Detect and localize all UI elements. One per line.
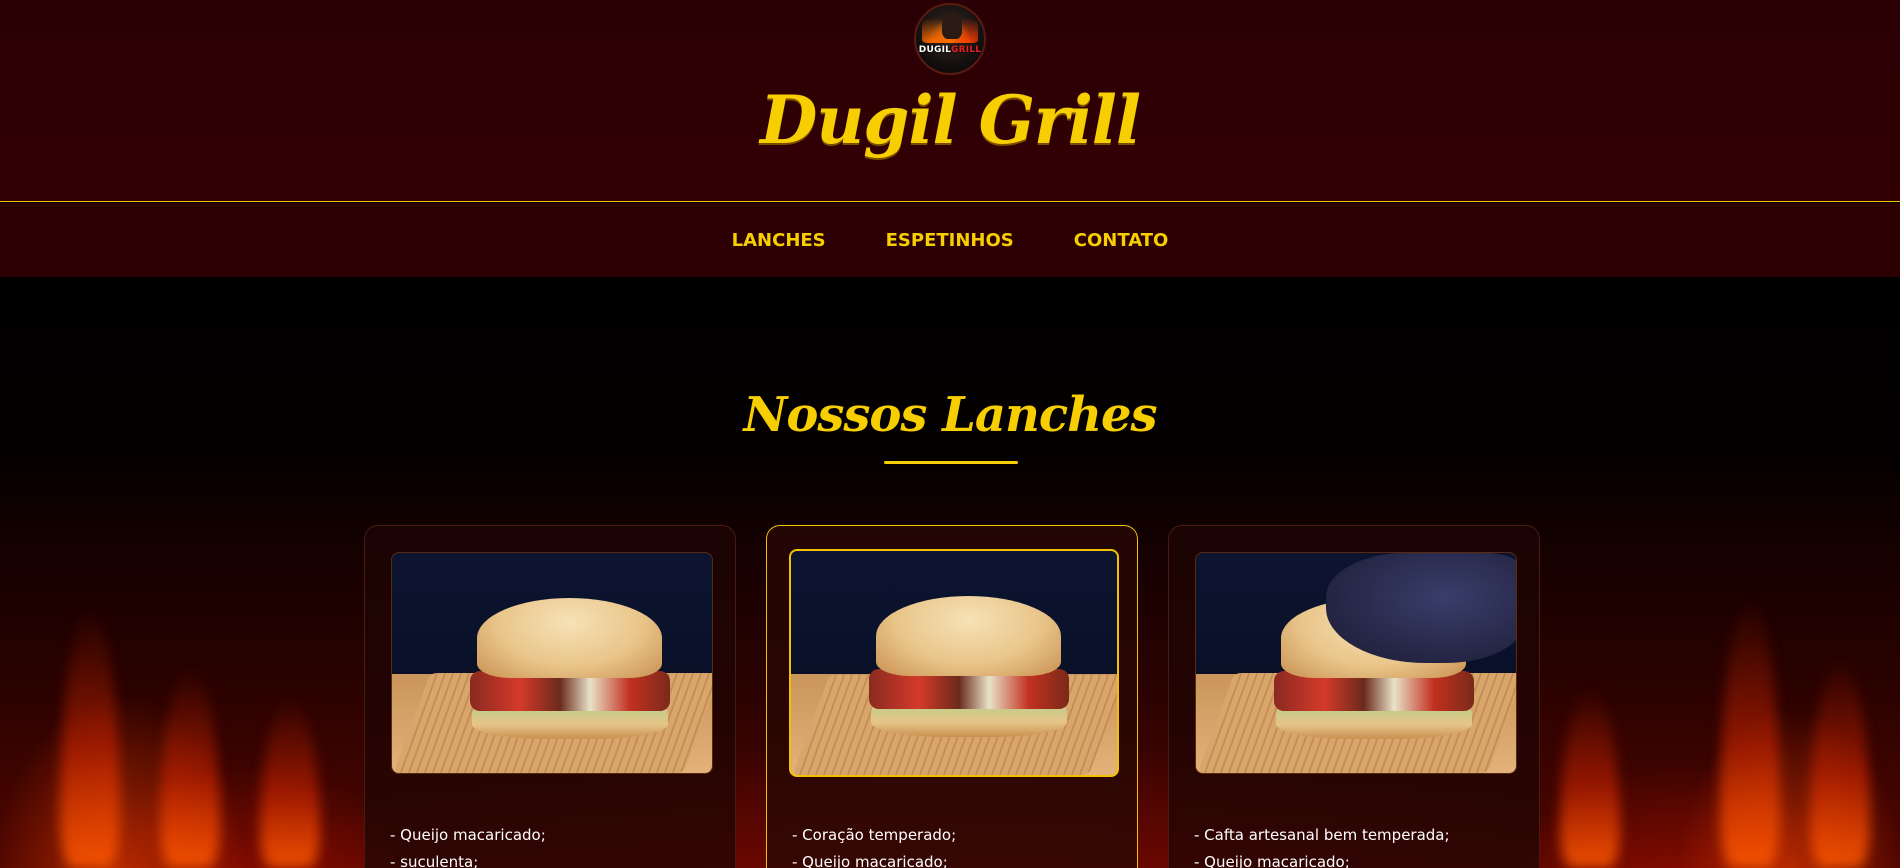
logo-word-dugil: DUGIL bbox=[918, 45, 952, 55]
nav-item-contato[interactable]: CONTATO bbox=[1074, 230, 1169, 251]
product-photo bbox=[1195, 552, 1517, 774]
site-title: Dugil Grill bbox=[760, 81, 1141, 159]
logo-chef-figure bbox=[942, 13, 962, 39]
description-line: - Cafta artesanal bem temperada; bbox=[1194, 826, 1450, 844]
section-title: Nossos Lanches bbox=[743, 387, 1157, 443]
main-nav: LANCHES ESPETINHOS CONTATO bbox=[0, 203, 1900, 277]
description-line: - suculenta; bbox=[390, 853, 479, 868]
product-card[interactable]: - Queijo macaricado; - suculenta; bbox=[364, 525, 736, 868]
product-photo bbox=[391, 552, 713, 774]
flame-decoration bbox=[260, 698, 320, 868]
title-underline bbox=[884, 461, 1018, 464]
gloved-hand bbox=[1326, 553, 1516, 663]
lanches-section: Nossos Lanches - Queijo macaricado; - su… bbox=[0, 277, 1900, 868]
description-line: - Queijo macaricado; bbox=[792, 853, 948, 868]
nav-item-lanches[interactable]: LANCHES bbox=[732, 230, 826, 251]
description-line: - Queijo macaricado; bbox=[1194, 853, 1350, 868]
description-line: - Coração temperado; bbox=[792, 826, 957, 844]
flame-decoration bbox=[60, 608, 120, 868]
logo-word-grill: GRILL bbox=[951, 45, 982, 55]
brand-logo[interactable]: DUGILGRILL bbox=[914, 3, 986, 75]
bun-top bbox=[876, 596, 1061, 676]
product-description: - Cafta artesanal bem temperada; - Queij… bbox=[1194, 822, 1519, 868]
description-line: - Queijo macaricado; bbox=[390, 826, 546, 844]
product-card[interactable]: - Cafta artesanal bem temperada; - Queij… bbox=[1168, 525, 1540, 868]
flame-decoration bbox=[1560, 688, 1620, 868]
nav-item-espetinhos[interactable]: ESPETINHOS bbox=[886, 230, 1014, 251]
logo-wordmark: DUGILGRILL bbox=[916, 45, 984, 55]
bun-top bbox=[477, 598, 662, 678]
product-card-highlighted[interactable]: - Coração temperado; - Queijo macaricado… bbox=[766, 525, 1138, 868]
product-description: - Queijo macaricado; - suculenta; bbox=[390, 822, 715, 868]
site-header: DUGILGRILL Dugil Grill bbox=[0, 0, 1900, 202]
product-description: - Coração temperado; - Queijo macaricado… bbox=[792, 822, 1117, 868]
flame-decoration bbox=[1810, 658, 1870, 868]
product-photo bbox=[789, 549, 1119, 777]
flame-decoration bbox=[160, 668, 220, 868]
flame-decoration bbox=[1720, 598, 1780, 868]
